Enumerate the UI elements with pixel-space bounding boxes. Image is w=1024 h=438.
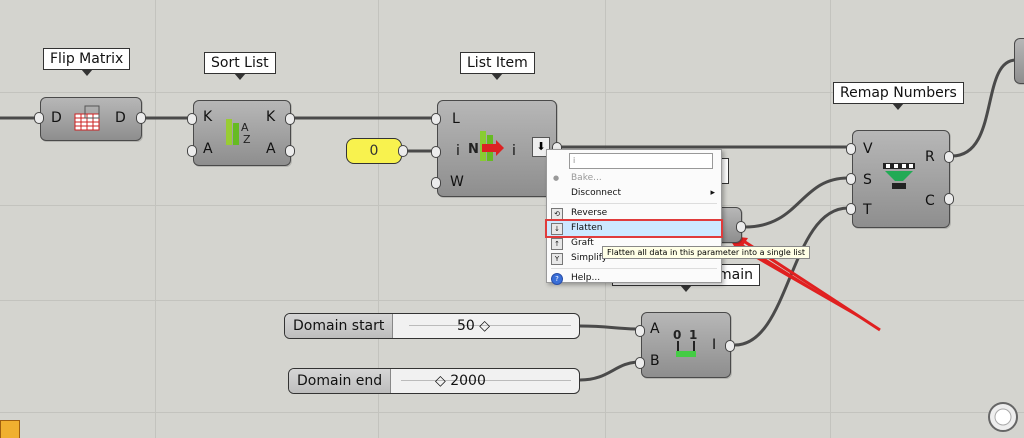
slider-name: Domain end bbox=[289, 369, 392, 393]
slider-track bbox=[401, 380, 571, 381]
graft-icon: ↑ bbox=[551, 238, 563, 250]
menu-separator bbox=[551, 203, 717, 204]
svg-text:0: 0 bbox=[673, 328, 681, 342]
flatten-icon: ↓ bbox=[551, 223, 563, 235]
menu-separator bbox=[551, 268, 717, 269]
menu-label: Flatten bbox=[571, 223, 603, 233]
flip-matrix-component[interactable]: D D bbox=[40, 97, 142, 141]
simplify-icon: Y bbox=[551, 253, 563, 265]
context-menu[interactable]: i ● Bake... Disconnect ▸ ⟲ Reverse ↓ Flatten… bbox=[545, 149, 723, 286]
port-label: L bbox=[452, 111, 460, 127]
port-label: W bbox=[450, 174, 464, 190]
diamond-grip-icon: ◇ bbox=[479, 318, 491, 334]
menu-item-disconnect[interactable]: Disconnect ▸ bbox=[547, 186, 721, 201]
menu-label: Reverse bbox=[571, 208, 608, 218]
output-grip[interactable] bbox=[944, 193, 954, 205]
name-input[interactable]: i bbox=[569, 153, 713, 169]
input-grip[interactable] bbox=[431, 113, 441, 125]
slider-value-text: 50 bbox=[457, 318, 475, 334]
port-label: i bbox=[456, 143, 460, 159]
output-grip[interactable] bbox=[944, 151, 954, 163]
slider-value[interactable]: 50 ◇ bbox=[457, 314, 490, 338]
menu-item-flatten[interactable]: ↓ Flatten bbox=[545, 219, 723, 238]
bake-icon: ● bbox=[552, 174, 560, 182]
output-grip[interactable] bbox=[285, 145, 295, 157]
port-label: I bbox=[712, 337, 717, 353]
domain-start-slider[interactable]: Domain start 50 ◇ bbox=[284, 313, 580, 339]
menu-item-bake[interactable]: ● Bake... bbox=[547, 171, 721, 186]
input-grip[interactable] bbox=[846, 173, 856, 185]
port-label: D bbox=[115, 110, 126, 126]
remap-numbers-component[interactable]: V S T R C bbox=[852, 130, 950, 228]
slider-name: Domain start bbox=[285, 314, 394, 338]
input-grip[interactable] bbox=[846, 203, 856, 215]
partial-component[interactable] bbox=[1014, 38, 1024, 84]
svg-text:Z: Z bbox=[243, 133, 251, 146]
menu-label: Graft bbox=[571, 238, 594, 248]
port-label: A bbox=[650, 321, 660, 337]
slider-value-text: 2000 bbox=[450, 373, 486, 389]
sort-list-icon: A Z bbox=[226, 119, 251, 146]
sort-list-component[interactable]: K A K A A Z bbox=[193, 100, 291, 166]
output-grip[interactable] bbox=[398, 145, 408, 157]
output-grip[interactable] bbox=[725, 340, 735, 352]
grasshopper-canvas[interactable]: Flip Matrix D D Sort List K A K A A Z 0 … bbox=[0, 0, 1024, 438]
list-item-component[interactable]: L i W i N ⬇ bbox=[437, 100, 557, 197]
list-item-icon: N bbox=[468, 131, 504, 161]
domain-end-slider[interactable]: Domain end ◇ 2000 bbox=[288, 368, 580, 394]
help-icon: ? bbox=[551, 273, 563, 285]
output-grip[interactable] bbox=[285, 113, 295, 125]
sort-list-title: Sort List bbox=[204, 52, 276, 80]
output-grip[interactable] bbox=[136, 112, 146, 124]
port-label: K bbox=[203, 109, 213, 125]
construct-domain-icon: 0 1 bbox=[673, 328, 697, 357]
port-label: B bbox=[650, 353, 660, 369]
port-label: i bbox=[512, 143, 516, 159]
input-grip[interactable] bbox=[187, 145, 197, 157]
output-grip[interactable] bbox=[736, 221, 746, 233]
flip-matrix-title: Flip Matrix bbox=[43, 48, 131, 76]
svg-text:1: 1 bbox=[689, 328, 697, 342]
port-label: T bbox=[863, 202, 872, 218]
index-panel[interactable]: 0 bbox=[346, 138, 402, 164]
port-label: A bbox=[203, 141, 213, 157]
port-label: R bbox=[925, 149, 935, 165]
slider-value[interactable]: ◇ 2000 bbox=[435, 369, 486, 393]
grasshopper-icon[interactable] bbox=[0, 420, 20, 438]
port-label: V bbox=[863, 141, 873, 157]
navigation-wheel-icon[interactable] bbox=[986, 400, 1020, 434]
menu-item-help[interactable]: ? Help... bbox=[547, 271, 721, 286]
menu-item-reverse[interactable]: ⟲ Reverse bbox=[547, 206, 721, 221]
port-label: C bbox=[925, 193, 935, 209]
input-grip[interactable] bbox=[635, 325, 645, 337]
construct-domain-component[interactable]: A B I 0 1 bbox=[641, 312, 731, 378]
port-label: K bbox=[266, 109, 276, 125]
input-grip[interactable] bbox=[34, 112, 44, 124]
port-label: D bbox=[51, 110, 62, 126]
remap-icon bbox=[883, 163, 915, 189]
port-label: A bbox=[266, 141, 276, 157]
menu-label: Bake... bbox=[571, 173, 602, 183]
input-grip[interactable] bbox=[431, 146, 441, 158]
menu-label: Disconnect bbox=[571, 188, 621, 198]
svg-text:N: N bbox=[468, 142, 479, 157]
input-grip[interactable] bbox=[635, 357, 645, 369]
input-grip[interactable] bbox=[846, 143, 856, 155]
remap-numbers-title: Remap Numbers bbox=[833, 82, 964, 110]
flip-matrix-icon bbox=[74, 105, 100, 131]
list-item-title: List Item bbox=[460, 52, 535, 80]
submenu-arrow-icon: ▸ bbox=[710, 188, 715, 198]
input-grip[interactable] bbox=[187, 113, 197, 125]
flatten-tooltip: Flatten all data in this parameter into … bbox=[602, 246, 811, 259]
port-label: S bbox=[863, 172, 872, 188]
diamond-grip-icon: ◇ bbox=[435, 373, 446, 389]
input-grip[interactable] bbox=[431, 177, 441, 189]
menu-label: Help... bbox=[571, 273, 601, 283]
reverse-icon: ⟲ bbox=[551, 208, 563, 220]
